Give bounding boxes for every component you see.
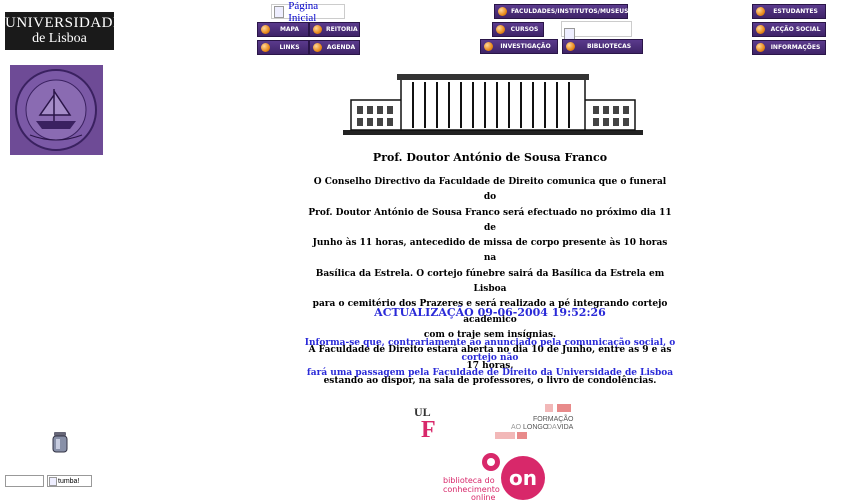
svg-text:VIDA: VIDA: [557, 424, 574, 431]
nav-reitoria-label: REITORIA: [326, 26, 358, 33]
nav-cursos-button[interactable]: CURSOS: [492, 22, 544, 37]
update-notice: Informa-se que, contrariamente ao anunci…: [300, 336, 680, 381]
announcement-line: O Conselho Directivo da Faculdade de Dir…: [313, 177, 667, 203]
nav-estudantes-label: ESTUDANTES: [773, 8, 818, 15]
orange-bullet-icon: [484, 42, 493, 51]
announcement-line: Basílica da Estrela. O cortejo fúnebre s…: [315, 268, 665, 295]
nav-accao-social-button[interactable]: ACÇÃO SOCIAL: [752, 22, 826, 37]
orange-bullet-icon: [756, 43, 765, 52]
svg-text:biblioteca do: biblioteca do: [443, 476, 495, 485]
nav-estudantes-button[interactable]: ESTUDANTES: [752, 4, 826, 19]
tumba-label: tumba!: [58, 477, 80, 485]
update-heading: ACTUALIZAÇÃO 09-06-2004 19:52:26: [374, 306, 606, 319]
ulf-logo[interactable]: UL F: [413, 404, 441, 443]
svg-text:DA: DA: [547, 424, 557, 431]
nav-links-label: LINKS: [279, 44, 300, 51]
svg-text:LONGO: LONGO: [523, 424, 549, 431]
nav-mapa-label: MAPA: [279, 26, 300, 33]
nav-informacoes-label: INFORMAÇÕES: [770, 44, 821, 51]
search-input[interactable]: [5, 475, 44, 487]
nav-links-button[interactable]: LINKS: [257, 40, 309, 55]
nav-mapa-button[interactable]: MAPA: [257, 22, 309, 37]
svg-text:AO: AO: [511, 424, 522, 431]
nav-agenda-label: AGENDA: [326, 44, 356, 51]
orange-bullet-icon: [261, 25, 270, 34]
logo-line1: Universidade: [5, 15, 123, 31]
page-title: Prof. Doutor António de Sousa Franco: [372, 151, 608, 164]
announcement-line: Prof. Doutor António de Sousa Franco ser…: [308, 207, 672, 233]
nav-faculdades-button[interactable]: FACULDADES/INSTITUTOS/MUSEUS: [494, 4, 628, 19]
broken-image-icon: [274, 5, 285, 18]
nav-reitoria-button[interactable]: REITORIA: [309, 22, 360, 37]
home-link-label: Página Inicial: [288, 0, 319, 24]
logo-line2: de Lisboa: [32, 31, 87, 46]
orange-bullet-icon: [313, 25, 322, 34]
orange-bullet-icon: [496, 25, 505, 34]
svg-text:FORMAÇÃO: FORMAÇÃO: [533, 414, 574, 423]
orange-bullet-icon: [313, 43, 322, 52]
nav-investigacao-label: INVESTIGAÇÃO: [500, 43, 551, 50]
university-logo[interactable]: Universidade de Lisboa: [5, 12, 123, 50]
tumba-search-button[interactable]: tumba!: [47, 475, 92, 487]
nav-cursos-label: CURSOS: [510, 26, 539, 33]
formacao-ao-longo-da-vida-logo[interactable]: FORMAÇÃO AO LONGO DA VIDA: [493, 404, 575, 440]
orange-bullet-icon: [756, 25, 765, 34]
notice-line: fará uma passagem pela Faculdade de Dire…: [306, 368, 674, 378]
broken-image-icon: [564, 27, 575, 40]
university-seal-image: [10, 65, 103, 155]
orange-bullet-icon: [261, 43, 270, 52]
nav-bibliotecas-button[interactable]: BIBLIOTECAS: [562, 39, 643, 54]
nav-accao-social-label: ACÇÃO SOCIAL: [770, 26, 821, 33]
orange-bullet-icon: [756, 7, 765, 16]
nav-faculdades-label: FACULDADES/INSTITUTOS/MUSEUS: [511, 8, 629, 15]
nav-informacoes-button[interactable]: INFORMAÇÕES: [752, 40, 826, 55]
broken-image-placeholder: [561, 21, 632, 40]
svg-text:on: on: [509, 466, 537, 490]
jar-icon: [51, 430, 69, 454]
nav-investigacao-button[interactable]: INVESTIGAÇÃO: [480, 39, 558, 54]
announcement-line: Junho às 11 horas, antecedido de missa d…: [312, 238, 668, 264]
broken-image-icon: [49, 476, 57, 486]
faculty-building-image: [343, 72, 643, 136]
biblioteca-online-logo[interactable]: on biblioteca do conhecimento online: [443, 450, 548, 502]
orange-bullet-icon: [498, 7, 507, 16]
svg-text:F: F: [421, 417, 436, 438]
orange-bullet-icon: [566, 42, 575, 51]
notice-line: Informa-se que, contrariamente ao anunci…: [304, 338, 676, 363]
nav-bibliotecas-label: BIBLIOTECAS: [586, 43, 632, 50]
home-link[interactable]: Página Inicial: [271, 0, 345, 24]
nav-agenda-button[interactable]: AGENDA: [309, 40, 360, 55]
svg-text:online: online: [471, 493, 495, 500]
